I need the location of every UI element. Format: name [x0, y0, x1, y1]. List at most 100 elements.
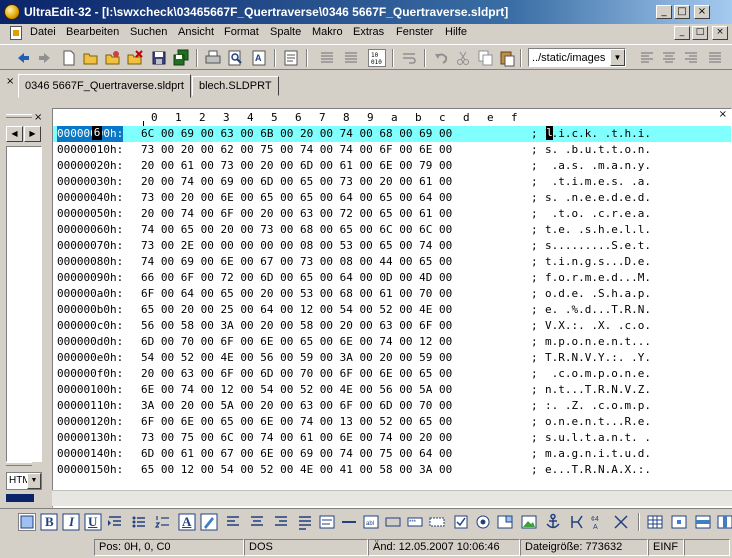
- hex-row[interactable]: 000000b0h: 65 00 20 00 25 00 64 00 12 00…: [53, 302, 731, 318]
- horizontal-rule-icon[interactable]: [340, 513, 358, 531]
- tab-blech[interactable]: blech.SLDPRT: [192, 76, 279, 96]
- hex-row[interactable]: 00000050h: 20 00 74 00 6F 00 20 00 63 00…: [53, 206, 731, 222]
- menu-hilfe[interactable]: Hilfe: [445, 26, 467, 38]
- html-view-icon[interactable]: [18, 513, 36, 531]
- document-icon[interactable]: [282, 49, 300, 67]
- chevron-down-icon[interactable]: ▼: [610, 49, 625, 66]
- hex-row[interactable]: 00000150h: 65 00 12 00 54 00 52 00 4E 00…: [53, 462, 731, 478]
- menu-spalte[interactable]: Spalte: [270, 26, 301, 38]
- maximize-button[interactable]: □: [674, 5, 690, 19]
- hex-row[interactable]: 00000020h: 20 00 61 00 73 00 20 00 6D 00…: [53, 158, 731, 174]
- undo-icon[interactable]: [432, 49, 450, 67]
- menu-ansicht[interactable]: Ansicht: [178, 26, 214, 38]
- paragraph-icon[interactable]: [296, 513, 314, 531]
- mdi-minimize-button[interactable]: _: [674, 26, 690, 40]
- open-recent-icon[interactable]: [104, 49, 122, 67]
- radio-icon[interactable]: [474, 513, 492, 531]
- align-left-icon[interactable]: [638, 49, 656, 67]
- save-all-icon[interactable]: [172, 49, 190, 67]
- menu-format[interactable]: Format: [224, 26, 259, 38]
- input-icon[interactable]: ***: [406, 513, 424, 531]
- copy-icon[interactable]: [476, 49, 494, 67]
- back-icon[interactable]: [14, 49, 32, 67]
- indent-icon[interactable]: [106, 513, 124, 531]
- hex-row[interactable]: 00000110h: 3A 00 20 00 5A 00 20 00 63 00…: [53, 398, 731, 414]
- hidden-field-icon[interactable]: [428, 513, 446, 531]
- hex-row[interactable]: 00000030h: 20 00 74 00 69 00 6D 00 65 00…: [53, 174, 731, 190]
- align-right-icon[interactable]: [682, 49, 700, 67]
- hex-row[interactable]: 00000130h: 73 00 75 00 6C 00 74 00 61 00…: [53, 430, 731, 446]
- hex-row[interactable]: 00000100h: 6E 00 74 00 12 00 54 00 52 00…: [53, 382, 731, 398]
- menu-datei[interactable]: Datei: [30, 26, 56, 38]
- table-cell-icon[interactable]: [670, 513, 688, 531]
- bullet-list-icon[interactable]: [130, 513, 148, 531]
- prev-icon[interactable]: ◀: [6, 126, 23, 142]
- hex-row[interactable]: 00000040h: 73 00 20 00 6E 00 65 00 65 00…: [53, 190, 731, 206]
- button-icon[interactable]: [384, 513, 402, 531]
- hex-mode-icon[interactable]: 10 010: [368, 49, 386, 67]
- textarea-icon[interactable]: abl: [362, 513, 380, 531]
- word-wrap-icon[interactable]: [400, 49, 418, 67]
- print-preview-icon[interactable]: [226, 49, 244, 67]
- close-icon[interactable]: ×: [6, 76, 14, 87]
- menu-bearbeiten[interactable]: Bearbeiten: [66, 26, 119, 38]
- anchor-icon[interactable]: [544, 513, 562, 531]
- tab-quertraverse[interactable]: 0346 5667F_Quertraverse.sldprt: [18, 74, 191, 98]
- paste-icon[interactable]: [498, 49, 516, 67]
- hex-row-current[interactable]: 00000000h: 6C 00 69 00 63 00 6B 00 20 00…: [53, 126, 731, 142]
- highlight-icon[interactable]: [200, 513, 218, 531]
- align-left-icon[interactable]: [224, 513, 242, 531]
- italic-icon[interactable]: I: [62, 513, 80, 531]
- image-icon[interactable]: [520, 513, 538, 531]
- list-icon[interactable]: [318, 49, 336, 67]
- bold-icon[interactable]: B: [40, 513, 58, 531]
- close-icon[interactable]: ×: [719, 109, 727, 120]
- save-icon[interactable]: [150, 49, 168, 67]
- font-color-icon[interactable]: A: [178, 513, 196, 531]
- align-center-icon[interactable]: [248, 513, 266, 531]
- panel-tab-indicator[interactable]: [6, 494, 34, 502]
- hex-row[interactable]: 00000140h: 6D 00 61 00 67 00 6E 00 69 00…: [53, 446, 731, 462]
- menu-fenster[interactable]: Fenster: [396, 26, 433, 38]
- hex-editor[interactable]: × 0 1 2 3 4 5 6 7 8 9 a b c d e f 000000…: [52, 108, 732, 508]
- tag-icon[interactable]: [612, 513, 630, 531]
- hex-row[interactable]: 000000c0h: 56 00 58 00 3A 00 20 00 58 00…: [53, 318, 731, 334]
- form-icon[interactable]: [318, 513, 336, 531]
- menu-makro[interactable]: Makro: [312, 26, 343, 38]
- justify-icon[interactable]: [706, 49, 724, 67]
- next-icon[interactable]: ▶: [24, 126, 41, 142]
- hex-row[interactable]: 000000f0h: 20 00 63 00 6F 00 6D 00 70 00…: [53, 366, 731, 382]
- checkbox-icon[interactable]: [452, 513, 470, 531]
- horizontal-scrollbar[interactable]: [52, 490, 732, 506]
- mdi-close-button[interactable]: ×: [712, 26, 728, 40]
- panel-grip[interactable]: [6, 462, 32, 466]
- menu-extras[interactable]: Extras: [353, 26, 384, 38]
- menu-suchen[interactable]: Suchen: [130, 26, 167, 38]
- hex-row[interactable]: 00000120h: 6F 00 6E 00 65 00 6E 00 74 00…: [53, 414, 731, 430]
- symbol-icon[interactable]: [568, 513, 586, 531]
- table-icon[interactable]: [646, 513, 664, 531]
- print-icon[interactable]: [204, 49, 222, 67]
- underline-icon[interactable]: U: [84, 513, 102, 531]
- document-menu-icon[interactable]: [10, 26, 22, 40]
- close-icon[interactable]: ×: [34, 112, 42, 123]
- hex-row[interactable]: 00000080h: 74 00 69 00 6E 00 67 00 73 00…: [53, 254, 731, 270]
- special-char-icon[interactable]: ¢4 A: [590, 513, 608, 531]
- hex-row[interactable]: 000000a0h: 6F 00 64 00 65 00 20 00 53 00…: [53, 286, 731, 302]
- panel-grip[interactable]: [6, 114, 32, 118]
- align-right-icon[interactable]: [272, 513, 290, 531]
- spell-check-icon[interactable]: A: [250, 49, 268, 67]
- hex-row[interactable]: 000000e0h: 54 00 52 00 4E 00 56 00 59 00…: [53, 350, 731, 366]
- path-combo[interactable]: ../static/images ▼: [528, 48, 626, 67]
- table-row-icon[interactable]: [694, 513, 712, 531]
- function-list[interactable]: [6, 146, 42, 462]
- chevron-down-icon[interactable]: ▼: [27, 473, 41, 489]
- table-column-icon[interactable]: [716, 513, 732, 531]
- numbered-list-icon[interactable]: [154, 513, 172, 531]
- hex-row[interactable]: 00000010h: 73 00 20 00 62 00 75 00 74 00…: [53, 142, 731, 158]
- language-combo[interactable]: HTML ▼: [6, 472, 42, 490]
- hex-row[interactable]: 00000090h: 66 00 6F 00 72 00 6D 00 65 00…: [53, 270, 731, 286]
- close-file-icon[interactable]: [126, 49, 144, 67]
- close-button[interactable]: ×: [694, 5, 710, 19]
- list-icon[interactable]: [342, 49, 360, 67]
